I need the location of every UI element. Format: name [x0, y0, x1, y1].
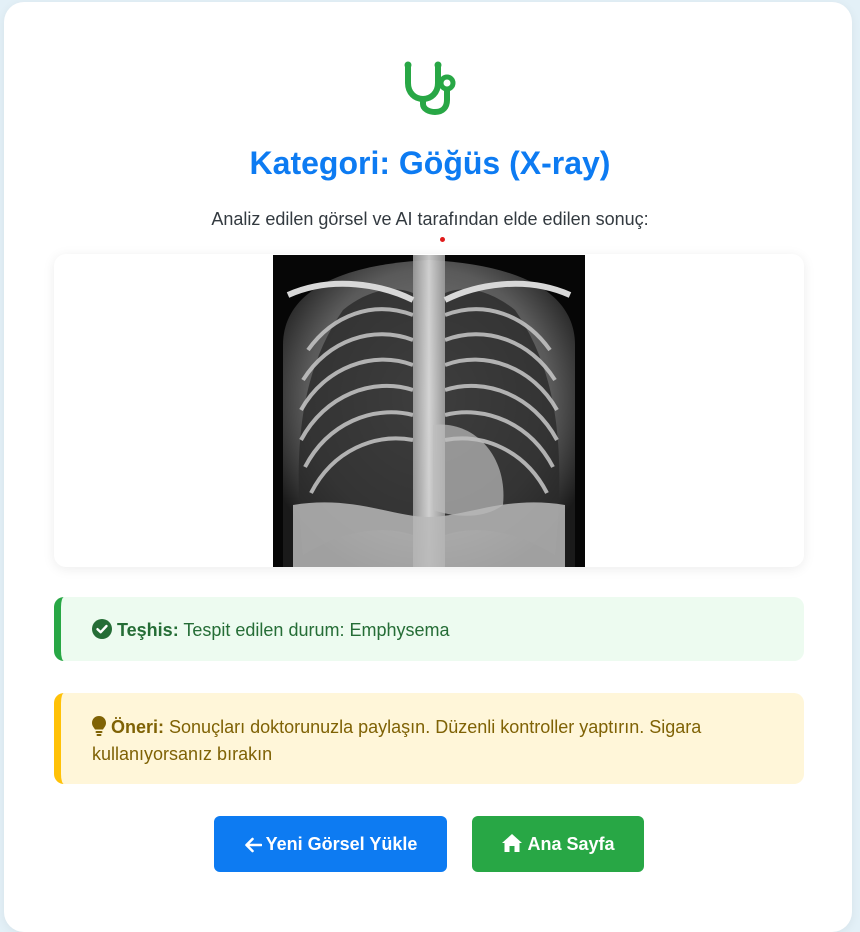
- advice-alert: Öneri: Sonuçları doktorunuzla paylaşın. …: [54, 693, 804, 784]
- home-button[interactable]: Ana Sayfa: [472, 816, 644, 872]
- stethoscope-icon: [404, 61, 456, 115]
- home-icon: [502, 834, 523, 852]
- page-title: Kategori: Göğüs (X-ray): [249, 145, 611, 181]
- diagnosis-label: Teşhis:: [117, 620, 179, 640]
- advice-text-row: Öneri: Sonuçları doktorunuzla paylaşın. …: [92, 714, 782, 768]
- diagnosis-alert: Teşhis: Tespit edilen durum: Emphysema: [54, 597, 804, 661]
- check-circle-icon: [92, 619, 112, 639]
- diagnosis-text-row: Teşhis: Tespit edilen durum: Emphysema: [92, 619, 450, 641]
- upload-new-image-button[interactable]: Yeni Görsel Yükle: [214, 816, 447, 872]
- arrow-left-icon: [244, 837, 262, 853]
- home-button-label: Ana Sayfa: [527, 834, 615, 854]
- status-dot: [440, 237, 445, 242]
- page-subtitle: Analiz edilen görsel ve AI tarafından el…: [211, 209, 649, 229]
- image-container: [54, 254, 804, 567]
- chest-xray-image: [273, 255, 585, 567]
- upload-button-label: Yeni Görsel Yükle: [265, 834, 418, 854]
- lightbulb-icon: [92, 716, 106, 736]
- advice-value: Sonuçları doktorunuzla paylaşın. Düzenli…: [92, 717, 702, 764]
- advice-label: Öneri:: [111, 717, 165, 737]
- diagnosis-value: Tespit edilen durum: Emphysema: [183, 620, 450, 640]
